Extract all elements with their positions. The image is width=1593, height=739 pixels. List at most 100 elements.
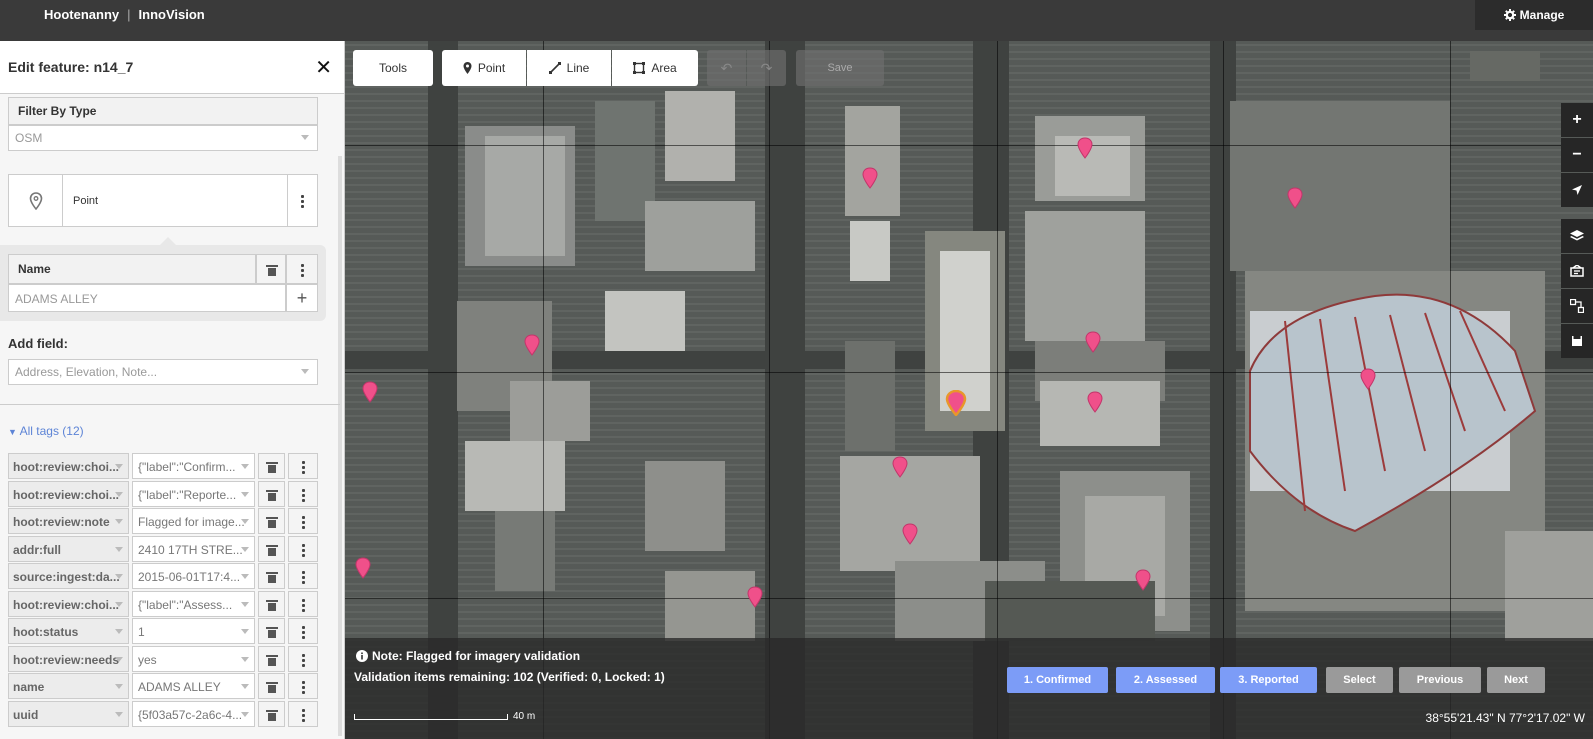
name-delete-button[interactable] xyxy=(256,254,286,284)
map-data-button[interactable] xyxy=(1561,254,1593,288)
conflation-tools-button[interactable] xyxy=(1561,289,1593,323)
confirmed-button[interactable]: 1. Confirmed xyxy=(1007,667,1108,693)
chevron-down-icon xyxy=(115,546,123,552)
add-point-button[interactable]: Point xyxy=(442,50,526,86)
tag-delete-button[interactable] xyxy=(258,590,285,617)
tag-info-button[interactable] xyxy=(288,480,318,507)
tag-info-button[interactable] xyxy=(288,700,318,727)
info-icon xyxy=(302,681,305,694)
tag-info-button[interactable] xyxy=(288,590,318,617)
tag-key-input[interactable]: uuid xyxy=(8,700,129,727)
background-layers-button[interactable] xyxy=(1561,219,1593,253)
tag-delete-button[interactable] xyxy=(258,673,285,699)
review-note: Note: Flagged for imagery validation xyxy=(356,649,580,663)
tag-key-input[interactable]: source:ingest:da... xyxy=(8,563,129,589)
tag-delete-button[interactable] xyxy=(258,480,285,507)
tag-key-input[interactable]: hoot:status xyxy=(8,618,129,644)
tag-delete-button[interactable] xyxy=(258,645,285,672)
tag-value-input[interactable]: {"label":"Confirm... xyxy=(132,453,255,479)
name-field-input[interactable]: ADAMS ALLEY xyxy=(8,284,286,312)
tag-value-input[interactable]: 2015-06-01T17:4... xyxy=(132,563,255,589)
zoom-in-button[interactable]: + xyxy=(1561,103,1593,137)
tag-delete-button[interactable] xyxy=(258,508,285,534)
review-marker-icon[interactable] xyxy=(1359,368,1377,390)
tag-value-input[interactable]: Flagged for image... xyxy=(132,508,255,534)
review-note-text: Note: Flagged for imagery validation xyxy=(372,649,581,663)
tag-delete-button[interactable] xyxy=(258,453,285,479)
tag-key-input[interactable]: hoot:review:choi... xyxy=(8,480,129,507)
save-label: Save xyxy=(827,62,853,74)
line-label: Line xyxy=(566,61,590,75)
tag-info-button[interactable] xyxy=(288,645,318,672)
review-marker-icon[interactable] xyxy=(861,167,879,189)
previous-button[interactable]: Previous xyxy=(1399,667,1481,693)
sidebar-scrollbar[interactable] xyxy=(338,156,342,736)
chevron-down-icon xyxy=(301,369,309,374)
tag-row: hoot:review:note Flagged for image... xyxy=(8,508,318,534)
name-info-button[interactable] xyxy=(286,254,318,284)
tag-key-input[interactable]: hoot:review:choi... xyxy=(8,453,129,479)
add-localized-name-button[interactable]: + xyxy=(286,284,318,312)
add-area-button[interactable]: Area xyxy=(612,50,698,86)
tag-delete-button[interactable] xyxy=(258,535,285,562)
tag-key-input[interactable]: hoot:review:note xyxy=(8,508,129,534)
tag-value-input[interactable]: ADAMS ALLEY xyxy=(132,673,255,699)
review-marker-icon[interactable] xyxy=(523,334,541,356)
tag-info-button[interactable] xyxy=(288,535,318,562)
review-marker-icon[interactable] xyxy=(891,456,909,478)
review-marker-icon[interactable] xyxy=(901,523,919,545)
scale-label: 40 m xyxy=(513,711,536,722)
tag-info-button[interactable] xyxy=(288,673,318,699)
tag-value-input[interactable]: yes xyxy=(132,645,255,672)
undo-button[interactable]: ↶ xyxy=(707,50,746,86)
tag-value-input[interactable]: {5f03a57c-2a6c-4... xyxy=(132,700,255,727)
preset-info-button[interactable] xyxy=(287,175,317,226)
review-marker-icon[interactable] xyxy=(361,381,379,403)
add-line-button[interactable]: Line xyxy=(527,50,611,86)
review-marker-icon[interactable] xyxy=(1286,187,1304,209)
tag-info-button[interactable] xyxy=(288,563,318,589)
book-icon xyxy=(1572,336,1582,346)
tools-button[interactable]: Tools xyxy=(353,50,433,86)
review-marker-icon[interactable] xyxy=(1076,137,1094,159)
review-marker-icon[interactable] xyxy=(1134,569,1152,591)
review-marker-icon[interactable] xyxy=(1084,331,1102,353)
select-button[interactable]: Select xyxy=(1326,667,1393,693)
tag-value-input[interactable]: 1 xyxy=(132,618,255,644)
help-button[interactable] xyxy=(1561,324,1593,358)
tag-delete-button[interactable] xyxy=(258,618,285,644)
review-marker-icon[interactable] xyxy=(354,557,372,579)
tag-value-input[interactable]: 2410 17TH STRE... xyxy=(132,535,255,562)
chevron-down-icon xyxy=(115,491,123,497)
tag-key-input[interactable]: hoot:review:needs xyxy=(8,645,129,672)
review-marker-icon[interactable] xyxy=(746,586,764,608)
map-view[interactable]: Tools Point Line Area ↶ ↷ Save + − Note:… xyxy=(345,41,1593,739)
tag-info-button[interactable] xyxy=(288,618,318,644)
manage-button[interactable]: Manage xyxy=(1475,0,1593,30)
review-marker-icon[interactable] xyxy=(1086,391,1104,413)
tag-key-input[interactable]: hoot:review:choi... xyxy=(8,590,129,617)
close-icon[interactable]: ✕ xyxy=(315,55,332,80)
save-button[interactable]: Save xyxy=(796,50,884,86)
tag-key-input[interactable]: addr:full xyxy=(8,535,129,562)
next-button[interactable]: Next xyxy=(1487,667,1545,693)
filter-type-select[interactable]: OSM xyxy=(8,125,318,151)
tag-delete-button[interactable] xyxy=(258,700,285,727)
tag-info-button[interactable] xyxy=(288,453,318,479)
tag-delete-button[interactable] xyxy=(258,563,285,589)
chevron-down-icon xyxy=(115,684,123,689)
selected-marker-icon[interactable] xyxy=(945,389,967,417)
tag-info-button[interactable] xyxy=(288,508,318,534)
preset-selector[interactable]: Point xyxy=(8,174,318,227)
geolocate-button[interactable] xyxy=(1561,173,1593,207)
add-field-input[interactable]: Address, Elevation, Note... xyxy=(8,359,318,385)
tag-key-input[interactable]: name xyxy=(8,673,129,699)
reported-button[interactable]: 3. Reported xyxy=(1220,667,1317,693)
tag-value-input[interactable]: {"label":"Assess... xyxy=(132,590,255,617)
tag-value-input[interactable]: {"label":"Reporte... xyxy=(132,480,255,507)
tag-key: hoot:review:note xyxy=(13,515,110,529)
zoom-out-button[interactable]: − xyxy=(1561,138,1593,172)
assessed-button[interactable]: 2. Assessed xyxy=(1116,667,1215,693)
all-tags-toggle[interactable]: ▼ All tags (12) xyxy=(8,424,84,438)
redo-button[interactable]: ↷ xyxy=(747,50,786,86)
